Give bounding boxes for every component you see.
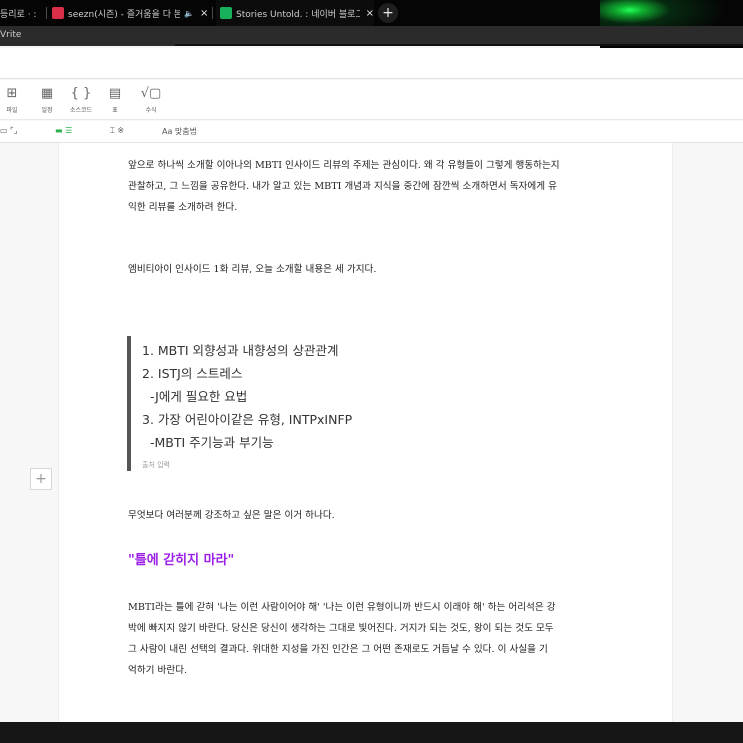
app-title: Vrite [0,30,22,40]
add-block-button[interactable]: + [30,468,52,490]
code-braces-icon: { } [70,86,92,101]
paragraph-line: 박에 빠지지 않기 바란다. 당신은 당신이 생각하는 그대로 빛어진다. 거지… [128,623,554,634]
paragraph-line: 관찰하고, 그 느낌을 공유한다. 내가 알고 있는 MBTI 개념과 지식을 … [128,181,557,192]
audio-icon[interactable]: 🔈 [184,9,194,18]
naver-blog-favicon-icon [220,7,232,19]
tab-1[interactable]: 등리로 · : × [0,0,44,26]
quote-line[interactable]: 3. 가장 어린아이같은 유형, INTPxINFP [142,409,352,428]
close-icon[interactable]: × [200,8,208,19]
quote-line[interactable]: 1. MBTI 외향성과 내향성의 상관관계 [142,340,339,359]
emphasis-paragraph[interactable]: 무엇보다 여러분께 강조하고 싶은 말은 이거 하나다. [128,505,608,526]
formula-label: 수식 [145,107,157,114]
spellcheck-icon: Aa [162,127,175,136]
tab-title: 등리로 · : [0,9,37,20]
line-style-button[interactable]: ▬ ☰ [55,126,72,135]
table-button[interactable]: ▤ 표 [104,86,126,114]
tab-3[interactable]: Stories Untold. : 네이버 블로그 × [216,0,374,26]
tab-2[interactable]: seezn(시즌) - 즐거움을 다 본 🔈 × [52,0,210,26]
paragraph-line: 억하기 바란다. [128,665,188,676]
screen: 등리로 · : × seezn(시즌) - 즐거움을 다 본 🔈 × Stori… [0,0,743,743]
text-align-button[interactable]: ⌶ ※ [110,126,124,136]
app-title-bar: Vrite [0,26,743,46]
topic-paragraph[interactable]: 엠비티아이 인사이드 1화 리뷰, 오늘 소개할 내용은 세 가지다. [128,259,608,280]
close-icon[interactable]: × [42,8,44,19]
editor-header [0,48,743,79]
quote-style-button[interactable]: ▭ ⌜⌟ [0,126,18,135]
quote-line[interactable]: -MBTI 주기능과 부기능 [142,432,274,451]
browser-tab-bar: 등리로 · : × seezn(시즌) - 즐거움을 다 본 🔈 × Stori… [0,0,743,48]
highlight-heading[interactable]: "틀에 갇히지 마라" [128,549,234,568]
closing-paragraph[interactable]: MBTI라는 틀에 갇혀 '나는 이런 사람이어야 해' '나는 이런 유형이니… [128,597,608,681]
source-code-button[interactable]: { } 소스코드 [66,86,96,114]
seezn-favicon-icon [52,7,64,19]
tab-title: Stories Untold. : 네이버 블로그 [236,9,360,20]
paragraph-line: MBTI라는 틀에 갇혀 '나는 이런 사람이어야 해' '나는 이런 유형이니… [128,602,556,613]
format-toolbar: ▭ ⌜⌟ ▬ ☰ ⌶ ※ Aa 맞춤법 [0,121,743,143]
file-button[interactable]: ⊞ 파일 [2,86,22,114]
bottom-bar [0,722,743,743]
table-icon: ▤ [108,86,122,101]
calendar-icon: ▦ [40,86,54,101]
quote-line[interactable]: -J에게 필요한 요법 [142,386,247,405]
paragraph-line: 앞으로 하나씩 소개할 이아나의 MBTI 인사이드 리뷰의 주제는 관심이다.… [128,160,560,171]
formula-icon: √▢ [140,86,162,101]
file-icon: ⊞ [6,86,18,101]
close-icon[interactable]: × [366,8,374,19]
divider [175,44,743,46]
source-code-label: 소스코드 [69,107,93,114]
insert-toolbar: ⊞ 파일 ▦ 일정 { } 소스코드 ▤ 표 √▢ 수식 [0,80,743,120]
quote-source-input[interactable]: 출처 입력 [142,460,170,470]
quote-line[interactable]: 2. ISTJ의 스트레스 [142,363,242,382]
paragraph-line: 그 사람이 내린 선택의 결과다. 위대한 지성을 가진 인간은 그 어떤 존재… [128,644,548,655]
spellcheck-button[interactable]: Aa 맞춤법 [162,126,197,137]
schedule-button[interactable]: ▦ 일정 [36,86,58,114]
spellcheck-label: 맞춤법 [174,127,198,136]
quote-bar [127,336,131,471]
tab-title: seezn(시즌) - 즐거움을 다 본 [68,9,180,20]
tab-separator [46,7,47,19]
file-label: 파일 [6,107,18,114]
tab-separator [212,7,213,19]
paragraph-line: 익한 리뷰를 소개하려 한다. [128,202,238,213]
formula-button[interactable]: √▢ 수식 [138,86,164,114]
intro-paragraph[interactable]: 앞으로 하나씩 소개할 이아나의 MBTI 인사이드 리뷰의 주제는 관심이다.… [128,155,608,218]
table-label: 표 [112,107,118,114]
schedule-label: 일정 [41,107,53,114]
new-tab-button[interactable]: + [378,3,398,23]
